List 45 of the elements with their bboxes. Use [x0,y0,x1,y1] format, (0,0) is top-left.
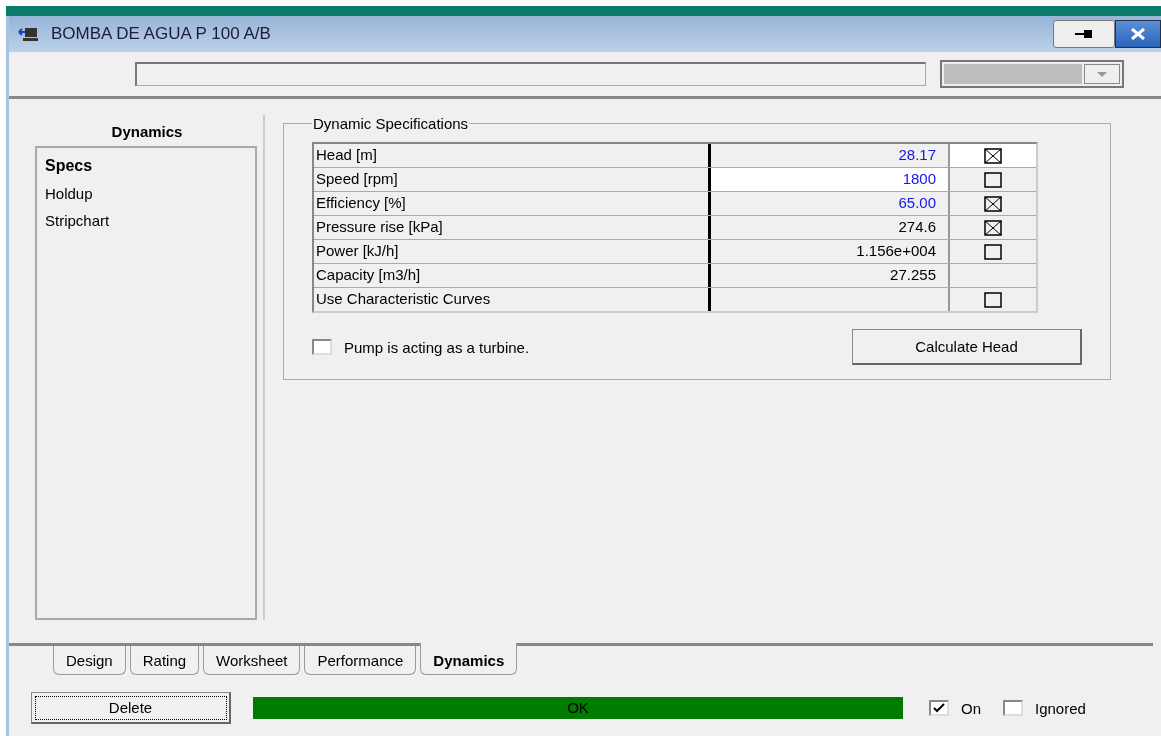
checkbox[interactable] [984,291,1002,308]
spec-label: Pressure rise [kPa] [314,216,711,239]
name-field[interactable] [135,62,926,86]
pin-button[interactable] [1053,20,1115,48]
tab[interactable]: Design [53,646,126,675]
tab[interactable]: Worksheet [203,646,301,675]
calculate-head-button[interactable]: Calculate Head [852,329,1082,365]
status-bar: OK [253,697,903,719]
group-title: Dynamic Specifications [312,115,470,132]
sidebar-item[interactable]: Stripchart [37,207,255,234]
pump-icon [17,26,39,42]
spec-value[interactable]: 65.00 [711,192,950,215]
checkbox[interactable] [1003,700,1023,716]
sidebar-item[interactable]: Holdup [37,180,255,207]
close-button[interactable] [1115,20,1161,48]
delete-button[interactable]: Delete [31,692,231,724]
spec-label: Capacity [m3/h] [314,264,711,287]
checkbox-label: On [961,699,981,717]
tab[interactable]: Performance [304,646,417,675]
checkbox[interactable] [984,147,1002,164]
spec-value[interactable]: 274.6 [711,216,950,239]
spec-value[interactable]: 1800 [711,168,950,191]
checkbox[interactable] [984,219,1002,236]
window-title: BOMBA DE AGUA P 100 A/B [51,24,271,44]
spec-label: Efficiency [%] [314,192,711,215]
checkbox[interactable] [984,171,1002,188]
close-icon [1130,28,1146,40]
checkbox[interactable] [929,700,949,716]
spec-value[interactable]: 1.156e+004 [711,240,950,263]
checkbox-label: Pump is acting as a turbine. [344,338,530,356]
checkbox[interactable] [984,195,1002,212]
checkbox-label: Ignored [1035,699,1086,717]
dropdown[interactable] [940,60,1124,88]
tab[interactable]: Dynamics [420,643,518,675]
spec-value[interactable]: 27.255 [711,264,950,287]
spec-label: Head [m] [314,144,711,167]
spec-label: Power [kJ/h] [314,240,711,263]
pin-icon [1074,29,1094,39]
checkbox[interactable] [984,243,1002,260]
sidebar-heading: Dynamics [110,122,184,142]
sidebar-item[interactable]: Specs [37,152,255,180]
tab[interactable]: Rating [129,646,200,675]
caret-icon [1096,70,1108,78]
checkbox[interactable] [312,339,332,355]
spec-label: Use Characteristic Curves [314,288,711,311]
